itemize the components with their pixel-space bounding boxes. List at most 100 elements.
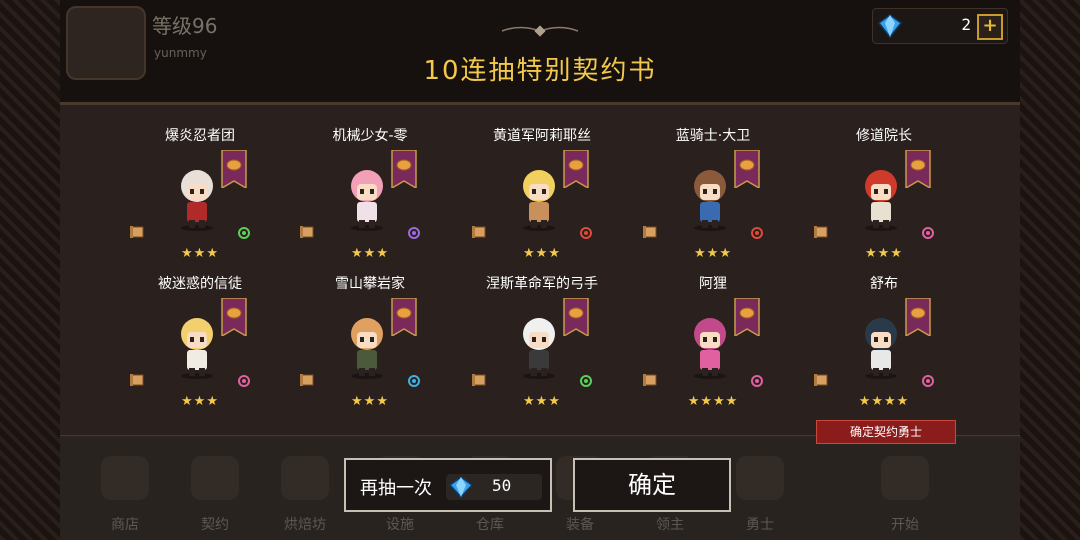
hero-name: 雪山攀岩家 xyxy=(335,276,405,292)
contract-banner-icon xyxy=(563,298,589,336)
scroll-icon xyxy=(130,374,144,386)
hero-stars: ★★★★ xyxy=(687,394,739,409)
scroll-icon xyxy=(472,226,486,238)
contract-banner-icon xyxy=(563,150,589,188)
hero-stars: ★★★ xyxy=(523,394,561,409)
dock-item-icon xyxy=(101,456,149,500)
hero-card[interactable]: 爆炎忍者团 ★★★ xyxy=(115,128,285,278)
scroll-icon xyxy=(814,226,828,238)
hero-name: 机械少女-零 xyxy=(332,128,408,144)
potion-icon xyxy=(922,227,934,239)
dock-item[interactable]: 烘焙坊 xyxy=(260,456,350,540)
draw-again-label: 再抽一次 xyxy=(360,478,432,499)
hero-stars: ★★★ xyxy=(181,394,219,409)
hero-sprite xyxy=(351,318,383,379)
dock-item-label: 商店 xyxy=(111,517,139,533)
wand-icon xyxy=(408,227,420,239)
hero-sprite xyxy=(865,170,897,231)
contract-banner-icon xyxy=(221,150,247,188)
dock-item-label: 仓库 xyxy=(476,517,504,533)
contract-banner-icon xyxy=(905,150,931,188)
scroll-icon xyxy=(643,226,657,238)
hero-card[interactable]: 阿狸 ★★★★ xyxy=(628,276,798,426)
gem-counter: 2 + xyxy=(872,8,1008,44)
hero-stars: ★★★ xyxy=(351,394,389,409)
hero-sprite xyxy=(694,170,726,231)
add-gems-button[interactable]: + xyxy=(977,14,1003,40)
gem-icon xyxy=(448,476,474,499)
confirm-hero-tag: 确定契约勇士 xyxy=(816,420,956,444)
hero-stars: ★★★ xyxy=(865,246,903,261)
hero-card[interactable]: 黄道军阿莉耶丝 ★★★ xyxy=(457,128,627,278)
hero-card[interactable]: 机械少女-零 ★★★ xyxy=(285,128,455,278)
hero-card[interactable]: 雪山攀岩家 ★★★ xyxy=(285,276,455,426)
dock-item-label: 设施 xyxy=(386,517,414,533)
hero-card[interactable]: 修道院长 ★★★ xyxy=(799,128,969,278)
hero-card[interactable]: 被迷惑的信徒 ★★★ xyxy=(115,276,285,426)
dock-item-icon xyxy=(281,456,329,500)
dock-item[interactable]: 契约 xyxy=(170,456,260,540)
hero-stars: ★★★ xyxy=(523,246,561,261)
hero-name: 修道院长 xyxy=(856,128,912,144)
hero-sprite xyxy=(865,318,897,379)
hero-stars: ★★★ xyxy=(351,246,389,261)
dock-item-icon xyxy=(881,456,929,500)
title-ornament-icon xyxy=(501,25,579,37)
potion-icon xyxy=(922,375,934,387)
player-level: 等级96 xyxy=(152,14,218,38)
scroll-icon xyxy=(472,374,486,386)
dock-item-label: 领主 xyxy=(656,517,684,533)
scroll-icon xyxy=(643,374,657,386)
scroll-icon xyxy=(130,226,144,238)
shuriken-icon xyxy=(580,375,592,387)
hero-card[interactable]: 舒布 ★★★★ xyxy=(799,276,969,426)
hero-sprite xyxy=(351,170,383,231)
potion-icon xyxy=(238,375,250,387)
contract-banner-icon xyxy=(905,298,931,336)
hero-card[interactable]: 涅斯革命军的弓手 ★★★ xyxy=(457,276,627,426)
hero-sprite xyxy=(523,170,555,231)
potion-icon xyxy=(751,375,763,387)
sword-icon xyxy=(751,227,763,239)
draw-again-button[interactable]: 再抽一次 50 xyxy=(344,458,552,512)
shuriken-icon xyxy=(238,227,250,239)
sword-icon xyxy=(580,227,592,239)
dock-item-label: 开始 xyxy=(891,517,919,533)
hero-name: 蓝骑士·大卫 xyxy=(675,128,751,144)
gem-icon xyxy=(877,14,903,39)
page-title: 10连抽特别契约书 xyxy=(423,56,657,86)
contract-banner-icon xyxy=(734,298,760,336)
hero-name: 爆炎忍者团 xyxy=(165,128,235,144)
gem-count: 2 xyxy=(961,15,971,34)
contract-banner-icon xyxy=(391,298,417,336)
draw-again-cost-value: 50 xyxy=(492,476,512,495)
hero-sprite xyxy=(694,318,726,379)
dock-item-icon xyxy=(736,456,784,500)
hero-stars: ★★★ xyxy=(181,246,219,261)
dock-item-label: 契约 xyxy=(201,517,229,533)
hero-sprite xyxy=(523,318,555,379)
dock-item-label: 烘焙坊 xyxy=(284,517,326,533)
hero-card[interactable]: 蓝骑士·大卫 ★★★ xyxy=(628,128,798,278)
contract-banner-icon xyxy=(221,298,247,336)
dock-item[interactable]: 商店 xyxy=(80,456,170,540)
hero-name: 舒布 xyxy=(870,276,898,292)
dock-item-label: 装备 xyxy=(566,517,594,533)
hero-name: 涅斯革命军的弓手 xyxy=(486,276,598,292)
contract-banner-icon xyxy=(734,150,760,188)
hero-sprite xyxy=(181,318,213,379)
hero-stars: ★★★ xyxy=(694,246,732,261)
dock-item-label: 勇士 xyxy=(746,517,774,533)
hero-name: 黄道军阿莉耶丝 xyxy=(493,128,591,144)
hero-name: 被迷惑的信徒 xyxy=(158,276,242,292)
confirm-button[interactable]: 确定 xyxy=(573,458,731,512)
hero-sprite xyxy=(181,170,213,231)
draw-again-cost: 50 xyxy=(446,474,542,500)
contract-banner-icon xyxy=(391,150,417,188)
hero-stars: ★★★★ xyxy=(858,394,910,409)
hero-name: 阿狸 xyxy=(699,276,727,292)
dock-item-icon xyxy=(191,456,239,500)
dock-item[interactable]: 开始 xyxy=(860,456,950,540)
scroll-icon xyxy=(814,374,828,386)
hammer-icon xyxy=(408,375,420,387)
